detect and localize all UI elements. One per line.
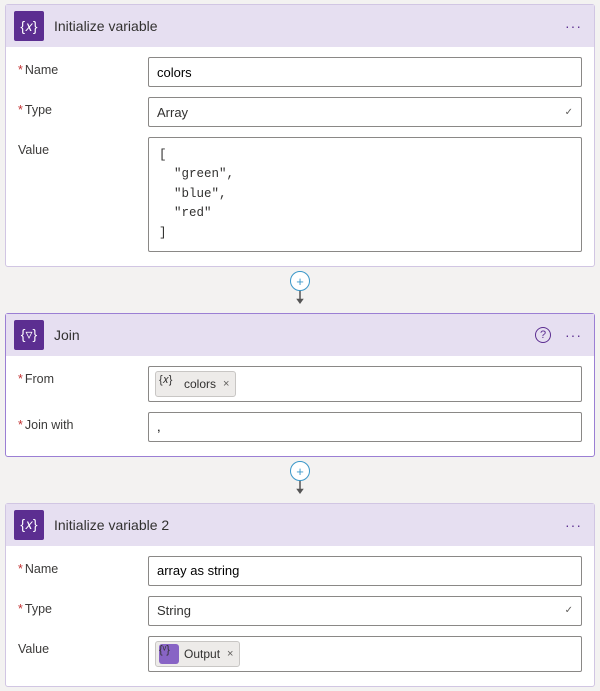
field-label: *Name [18,57,138,77]
variable-icon: {𝑥} [14,510,44,540]
join-icon: {▿} [14,320,44,350]
connector: + [0,461,600,499]
card-title: Join [54,327,525,343]
arrow-down-icon [291,290,309,308]
more-menu-icon[interactable]: ··· [561,325,586,345]
field-type: *Type String ✓ [18,596,582,626]
card-initialize-variable-2: {𝑥} Initialize variable 2 ··· *Name *Typ… [5,503,595,687]
card-join: {▿} Join ? ··· *From {𝑥} colors × *Join … [5,313,595,457]
token-colors[interactable]: {𝑥} colors × [155,371,236,397]
from-input[interactable]: {𝑥} colors × [148,366,582,402]
help-icon[interactable]: ? [535,327,551,343]
card-body: *From {𝑥} colors × *Join with [6,356,594,456]
add-step-button[interactable]: + [290,461,310,481]
value-textarea[interactable]: [ "green", "blue", "red" ] [148,137,582,252]
card-body: *Name *Type Array ✓ Value [ "green", "bl… [6,47,594,266]
chevron-down-icon: ✓ [565,107,573,118]
card-header[interactable]: {𝑥} Initialize variable 2 ··· [6,504,594,546]
card-title: Initialize variable 2 [54,517,551,533]
card-header[interactable]: {𝑥} Initialize variable ··· [6,5,594,47]
field-label: *Type [18,97,138,117]
field-name: *Name [18,556,582,586]
token-label: Output [184,647,220,661]
field-from: *From {𝑥} colors × [18,366,582,402]
token-remove-icon[interactable]: × [225,648,233,660]
card-header[interactable]: {▿} Join ? ··· [6,314,594,356]
field-label: *Join with [18,412,138,432]
more-menu-icon[interactable]: ··· [561,515,586,535]
select-current-value: Array [157,105,188,120]
variable-icon: {𝑥} [14,11,44,41]
token-output[interactable]: {ᵛ} Output × [155,641,240,667]
arrow-down-icon [291,480,309,498]
value-input[interactable]: {ᵛ} Output × [148,636,582,672]
field-label: Value [18,636,138,656]
token-label: colors [184,377,216,391]
field-value: Value {ᵛ} Output × [18,636,582,672]
chevron-down-icon: ✓ [565,605,573,616]
field-name: *Name [18,57,582,87]
more-menu-icon[interactable]: ··· [561,16,586,36]
field-label: *Name [18,556,138,576]
token-remove-icon[interactable]: × [221,378,229,390]
connector: + [0,271,600,309]
card-body: *Name *Type String ✓ Value {ᵛ} Output [6,546,594,686]
card-initialize-variable: {𝑥} Initialize variable ··· *Name *Type … [5,4,595,267]
variable-icon: {𝑥} [159,374,179,394]
field-label: *From [18,366,138,386]
field-label: *Type [18,596,138,616]
type-select[interactable]: Array ✓ [148,97,582,127]
output-icon: {ᵛ} [159,644,179,664]
name-input[interactable] [148,57,582,87]
joinwith-input[interactable] [148,412,582,442]
card-title: Initialize variable [54,18,551,34]
add-step-button[interactable]: + [290,271,310,291]
field-label: Value [18,137,138,157]
field-value: Value [ "green", "blue", "red" ] [18,137,582,252]
field-type: *Type Array ✓ [18,97,582,127]
select-current-value: String [157,603,191,618]
name-input[interactable] [148,556,582,586]
type-select[interactable]: String ✓ [148,596,582,626]
field-joinwith: *Join with [18,412,582,442]
